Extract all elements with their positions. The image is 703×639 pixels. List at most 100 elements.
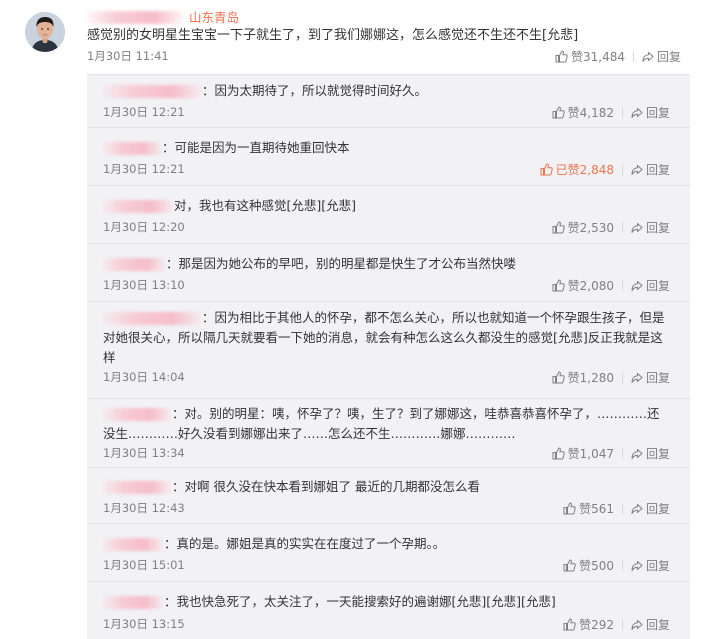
like-button[interactable]: 赞2,530 xyxy=(552,220,614,236)
like-button[interactable]: 赞500 xyxy=(563,558,614,574)
reply-time: 1月30日 15:01 xyxy=(103,558,185,572)
like-count: 赞500 xyxy=(579,558,614,573)
reply-username-blurred[interactable] xyxy=(103,538,163,551)
reply-label: 回复 xyxy=(656,49,681,64)
like-count: 赞4,182 xyxy=(567,105,614,120)
divider xyxy=(621,619,623,630)
comment-time: 1月30日 11:41 xyxy=(87,49,169,63)
user-location[interactable]: 山东青岛 xyxy=(189,10,239,25)
reply-item: ：真的是。娜姐是真的实实在在度过了一个孕期。。 1月30日 15:01 赞500… xyxy=(87,524,690,582)
reply-time: 1月30日 12:20 xyxy=(103,220,185,234)
comment-thread: 山东青岛 感觉别的女明星生宝宝一下子就生了，到了我们娜娜这，怎么感觉还不生还不生… xyxy=(0,0,703,639)
like-count: 赞2,080 xyxy=(567,278,614,293)
share-icon xyxy=(631,222,643,234)
reply-text-line: ：那是因为她公布的早吧，别的明星都是快生了才公布当然快喽 xyxy=(103,254,668,274)
reply-text: ：真的是。娜姐是真的实实在在度过了一个孕期。。 xyxy=(164,536,446,551)
reply-item: ：因为相比于其他人的怀孕，都不怎么关心，所以也就知道一个怀孕跟生孩子，但是对她很… xyxy=(87,302,690,399)
reply-time: 1月30日 12:21 xyxy=(103,105,185,119)
reply-username-blurred[interactable] xyxy=(103,596,163,609)
reply-label: 回复 xyxy=(645,278,670,293)
reply-text-line: ：因为相比于其他人的怀孕，都不怎么关心，所以也就知道一个怀孕跟生孩子，但是对她很… xyxy=(103,308,668,368)
share-icon xyxy=(631,448,643,460)
share-icon xyxy=(642,51,654,63)
liked-button[interactable]: 已赞2,848 xyxy=(540,162,614,178)
reply-list: ：因为太期待了，所以就觉得时间好久。 1月30日 12:21 赞4,182 回复 … xyxy=(87,74,690,639)
like-count: 赞1,280 xyxy=(567,370,614,385)
reply-item: ：那是因为她公布的早吧，别的明星都是快生了才公布当然快喽 1月30日 13:10… xyxy=(87,244,690,302)
reply-text: ：因为太期待了，所以就觉得时间好久。 xyxy=(202,83,428,98)
reply-time: 1月30日 14:04 xyxy=(103,370,185,384)
like-button[interactable]: 赞292 xyxy=(563,617,614,633)
reply-actions: 赞292 回复 xyxy=(563,616,670,633)
like-icon xyxy=(552,371,565,384)
reply-time: 1月30日 13:15 xyxy=(103,617,185,631)
like-count: 赞2,530 xyxy=(567,220,614,235)
reply-text-line: ：真的是。娜姐是真的实实在在度过了一个孕期。。 xyxy=(103,534,668,554)
reply-text: ：我也快急死了，太关注了，一天能搜索好的遍谢娜[允悲][允悲][允悲] xyxy=(164,594,556,609)
share-icon xyxy=(631,503,643,515)
like-count: 赞1,047 xyxy=(567,446,614,461)
reply-username-blurred[interactable] xyxy=(103,258,165,271)
reply-button[interactable]: 回复 xyxy=(631,446,670,462)
share-icon xyxy=(631,107,643,119)
comment-actions: 赞31,484 回复 xyxy=(555,48,681,65)
share-icon xyxy=(631,280,643,292)
reply-button[interactable]: 回复 xyxy=(631,220,670,236)
avatar[interactable] xyxy=(25,12,65,52)
reply-button[interactable]: 回复 xyxy=(631,105,670,121)
divider xyxy=(621,560,623,571)
reply-actions: 赞2,530 回复 xyxy=(552,219,670,236)
reply-button[interactable]: 回复 xyxy=(631,617,670,633)
reply-actions: 赞500 回复 xyxy=(563,557,670,574)
reply-username-blurred[interactable] xyxy=(103,481,171,494)
reply-label: 回复 xyxy=(645,558,670,573)
divider xyxy=(632,51,634,62)
reply-item: 对，我也有这种感觉[允悲][允悲] 1月30日 12:20 赞2,530 回复 xyxy=(87,186,690,244)
reply-actions: 已赞2,848 回复 xyxy=(540,161,670,178)
like-icon xyxy=(552,221,565,234)
reply-username-blurred[interactable] xyxy=(103,85,201,98)
like-icon xyxy=(563,502,576,515)
like-button[interactable]: 赞561 xyxy=(563,501,614,517)
username-blurred[interactable] xyxy=(87,11,183,24)
like-button[interactable]: 赞1,047 xyxy=(552,446,614,462)
like-button[interactable]: 赞2,080 xyxy=(552,278,614,294)
reply-item: ：对啊 很久没在快本看到娜姐了 最近的几期都没怎么看 1月30日 12:43 赞… xyxy=(87,468,690,524)
share-icon xyxy=(631,164,643,176)
user-row: 山东青岛 xyxy=(87,8,239,26)
reply-text-line: ：因为太期待了，所以就觉得时间好久。 xyxy=(103,81,668,101)
share-icon xyxy=(631,619,643,631)
reply-username-blurred[interactable] xyxy=(103,200,173,213)
reply-time: 1月30日 13:34 xyxy=(103,446,185,460)
share-icon xyxy=(631,560,643,572)
reply-label: 回复 xyxy=(645,446,670,461)
like-button[interactable]: 赞4,182 xyxy=(552,105,614,121)
reply-label: 回复 xyxy=(645,220,670,235)
divider xyxy=(621,107,623,118)
reply-button[interactable]: 回复 xyxy=(631,370,670,386)
like-count: 赞31,484 xyxy=(570,49,625,64)
reply-button[interactable]: 回复 xyxy=(631,558,670,574)
reply-actions: 赞1,047 回复 xyxy=(552,445,670,462)
reply-button[interactable]: 回复 xyxy=(631,501,670,517)
reply-text: ：对啊 很久没在快本看到娜姐了 最近的几期都没怎么看 xyxy=(172,479,480,494)
reply-username-blurred[interactable] xyxy=(103,408,171,421)
reply-button[interactable]: 回复 xyxy=(631,162,670,178)
reply-text-line: ：我也快急死了，太关注了，一天能搜索好的遍谢娜[允悲][允悲][允悲] xyxy=(103,592,668,612)
reply-text-line: ：对。别的明星：咦，怀孕了？咦，生了？到了娜娜这，哇恭喜恭喜怀孕了，…………还没… xyxy=(103,404,668,444)
reply-username-blurred[interactable] xyxy=(103,142,161,155)
like-button[interactable]: 赞31,484 xyxy=(555,49,625,65)
like-icon xyxy=(555,50,568,63)
like-icon xyxy=(563,618,576,631)
like-count: 赞561 xyxy=(579,501,614,516)
reply-label: 回复 xyxy=(645,162,670,177)
like-button[interactable]: 赞1,280 xyxy=(552,370,614,386)
reply-text: 对，我也有这种感觉[允悲][允悲] xyxy=(174,198,357,213)
reply-button[interactable]: 回复 xyxy=(631,278,670,294)
like-count: 已赞2,848 xyxy=(555,162,614,177)
reply-username-blurred[interactable] xyxy=(103,312,201,325)
reply-label: 回复 xyxy=(645,105,670,120)
divider xyxy=(621,280,623,291)
like-icon xyxy=(552,106,565,119)
reply-button[interactable]: 回复 xyxy=(642,49,681,65)
